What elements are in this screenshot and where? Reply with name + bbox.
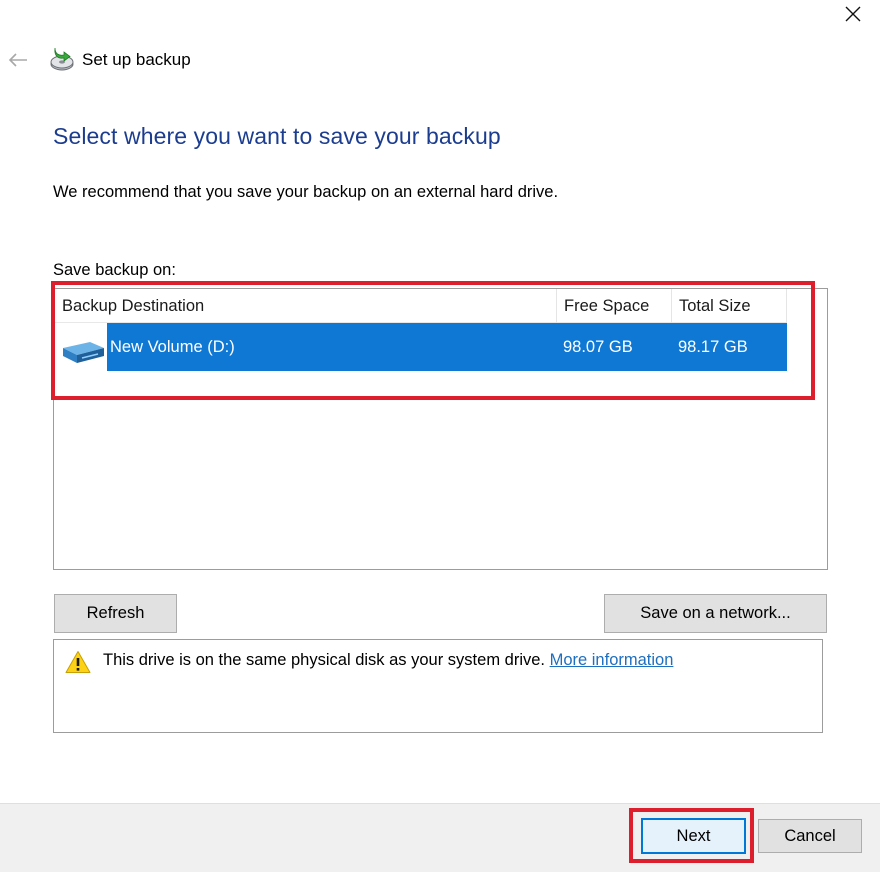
save-on-network-button[interactable]: Save on a network...: [604, 594, 827, 633]
close-button[interactable]: [838, 0, 868, 28]
warning-text: This drive is on the same physical disk …: [103, 651, 545, 669]
recommendation-text: We recommend that you save your backup o…: [53, 183, 559, 201]
more-information-link[interactable]: More information: [550, 651, 674, 669]
dialog-footer: [0, 803, 880, 872]
next-button[interactable]: Next: [641, 818, 746, 854]
destination-total-size: 98.17 GB: [678, 338, 748, 356]
warning-icon: [65, 651, 91, 673]
destination-free-space: 98.07 GB: [563, 338, 633, 356]
close-icon: [845, 6, 861, 22]
list-header: Backup Destination Free Space Total Size: [54, 289, 787, 323]
cancel-button[interactable]: Cancel: [758, 819, 862, 853]
back-button[interactable]: [4, 46, 32, 74]
window-title: Set up backup: [82, 50, 191, 69]
back-arrow-icon: [8, 53, 27, 67]
drive-icon: [63, 342, 104, 363]
destination-row-new-volume[interactable]: New Volume (D:) 98.07 GB 98.17 GB: [54, 323, 787, 371]
column-header-destination[interactable]: Backup Destination: [54, 289, 557, 323]
refresh-button[interactable]: Refresh: [54, 594, 177, 633]
backup-destination-list[interactable]: Backup Destination Free Space Total Size…: [53, 288, 828, 570]
save-backup-on-label: Save backup on:: [53, 261, 176, 279]
column-header-free-space[interactable]: Free Space: [557, 289, 672, 323]
warning-message: This drive is on the same physical disk …: [103, 651, 673, 670]
warning-panel: This drive is on the same physical disk …: [53, 639, 823, 733]
column-header-total-size[interactable]: Total Size: [672, 289, 787, 323]
destination-name: New Volume (D:): [110, 338, 235, 356]
page-heading: Select where you want to save your backu…: [53, 123, 501, 149]
backup-drive-icon: [50, 47, 74, 71]
